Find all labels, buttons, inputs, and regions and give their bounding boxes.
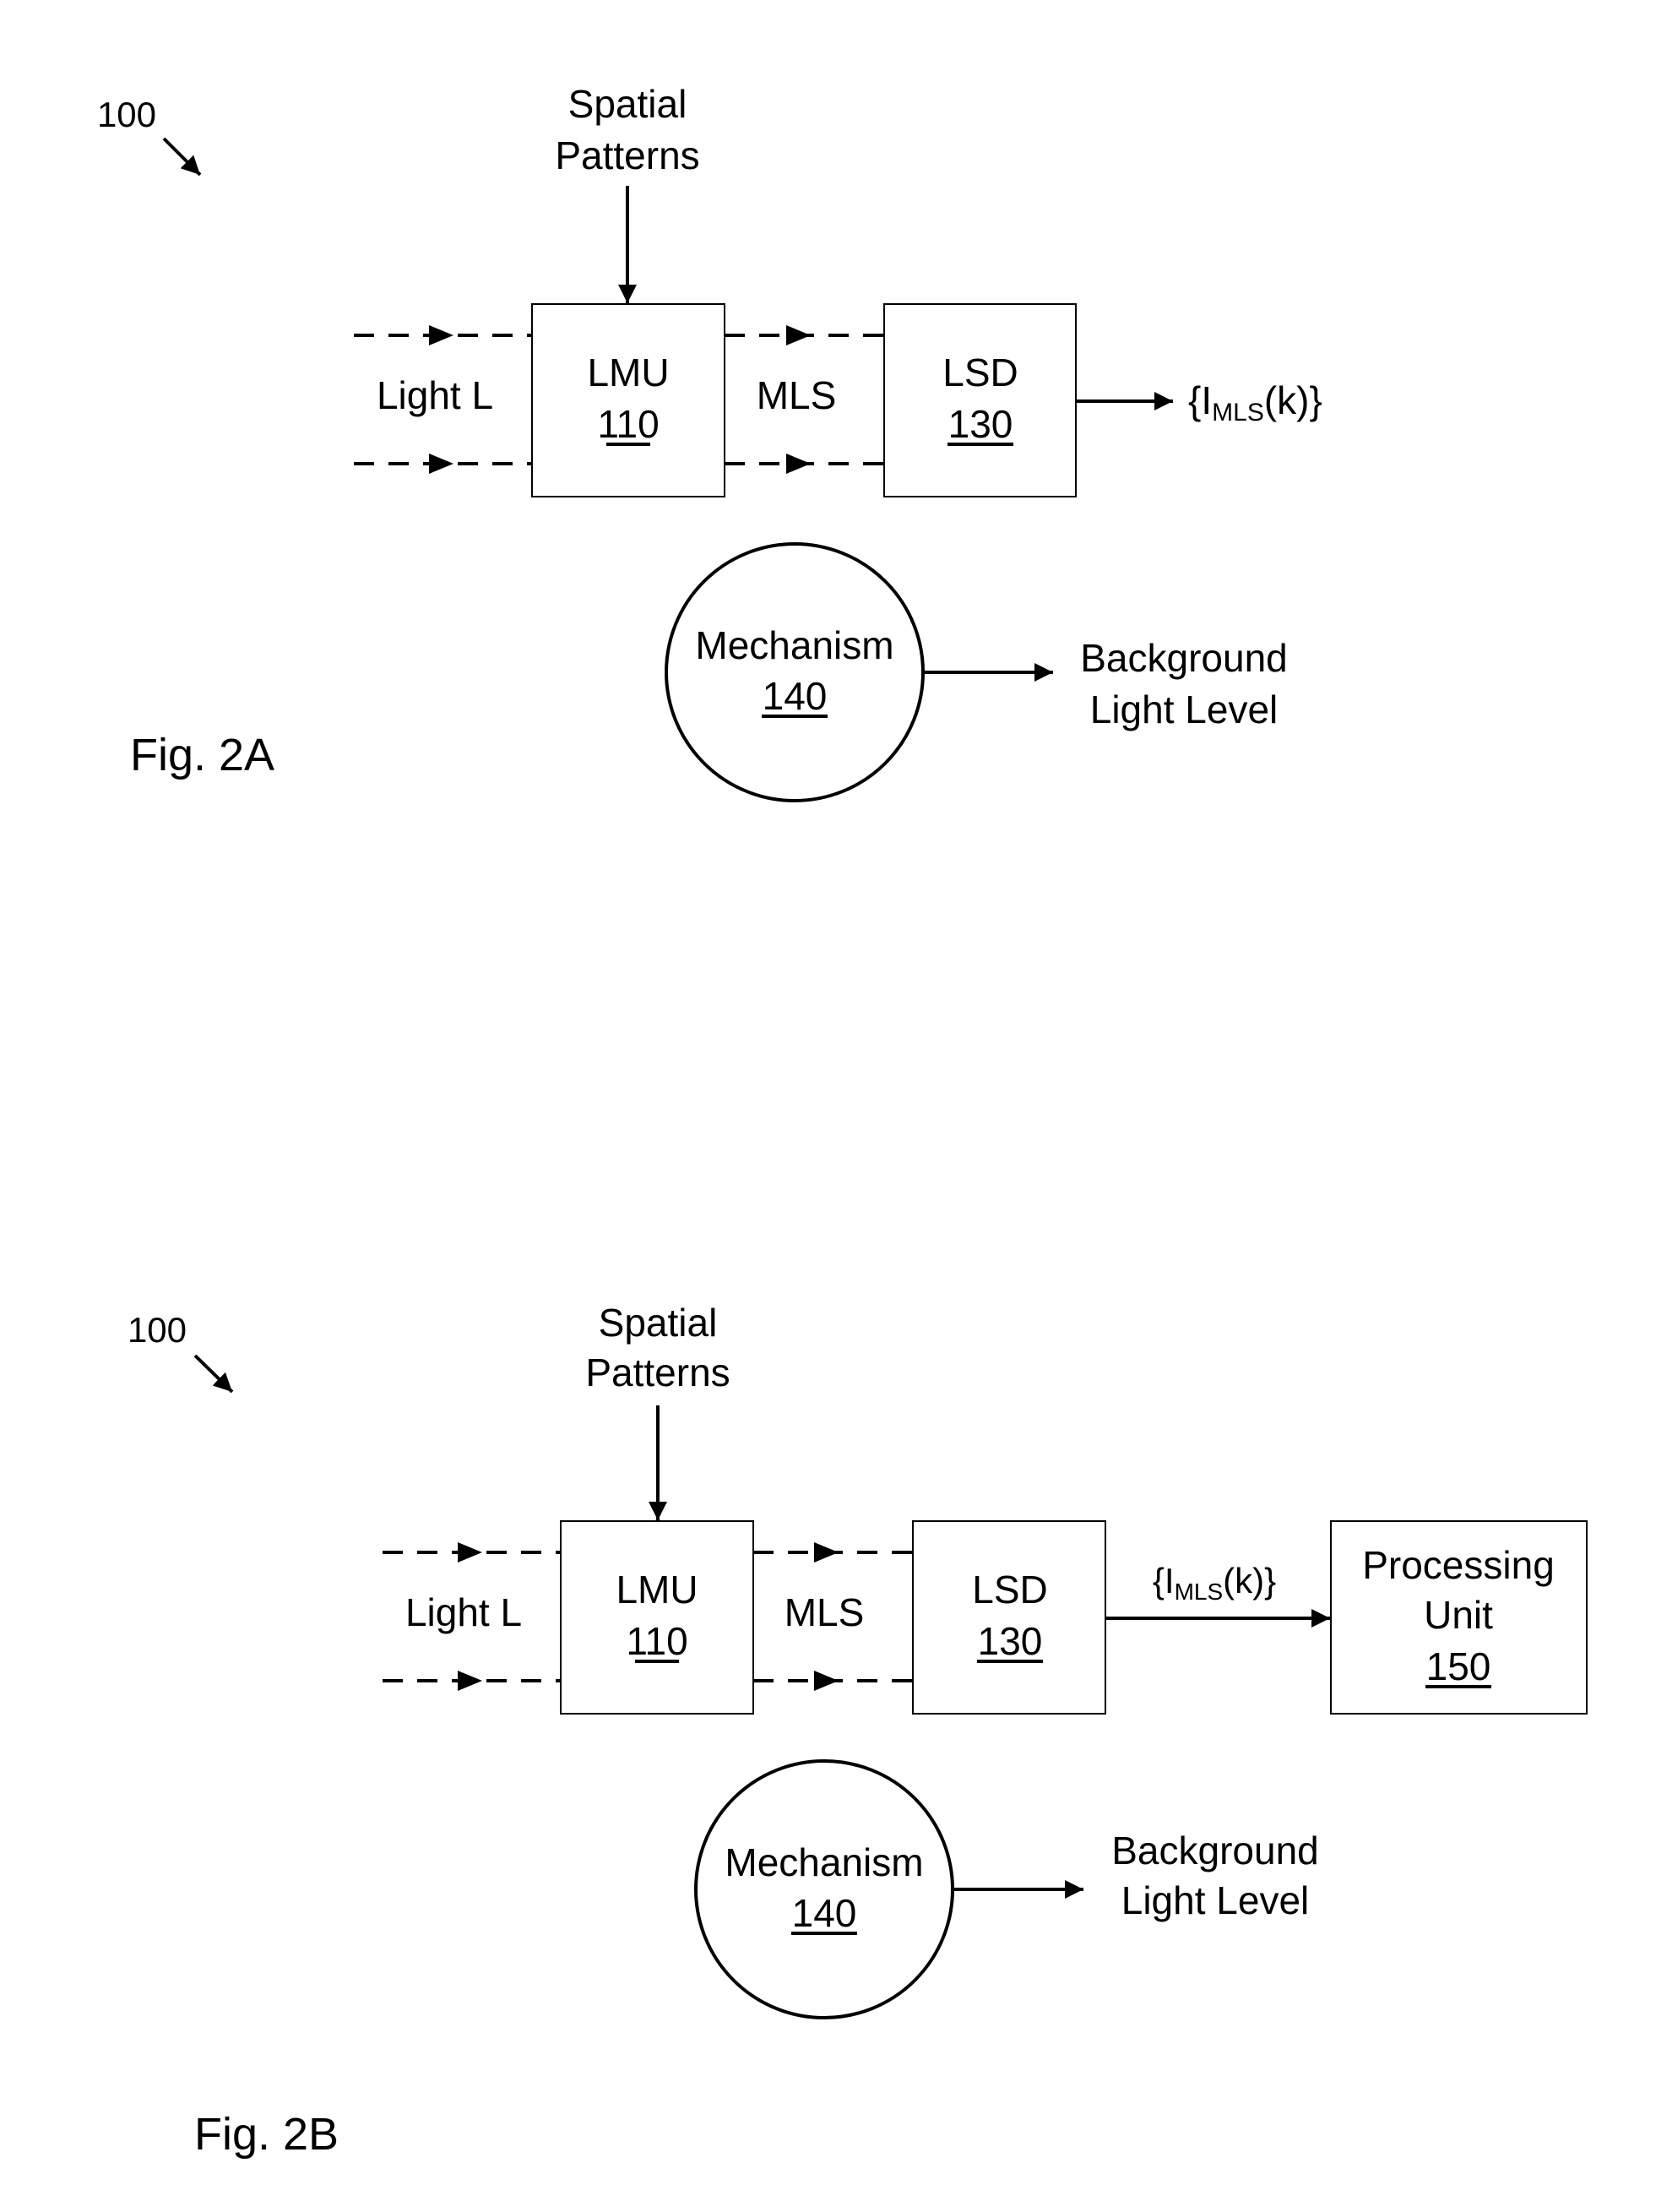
figure-caption: Fig. 2A <box>130 730 274 780</box>
light-input-arrowhead-bottom-icon <box>458 1671 482 1691</box>
processing-unit-name-line2: Unit <box>1424 1593 1493 1637</box>
background-light-level-line2: Light Level <box>1090 688 1279 731</box>
figure-2a: 100 Spatial Patterns Light L LMU 110 MLS… <box>97 82 1322 802</box>
spatial-patterns-label-line1: Spatial <box>599 1301 718 1345</box>
reference-numeral-100: 100 <box>97 95 156 134</box>
mechanism-name: Mechanism <box>695 623 893 667</box>
output-signal-label: {IMLS(k)} <box>1188 378 1322 427</box>
patent-diagram: 100 Spatial Patterns Light L LMU 110 MLS… <box>97 82 1588 2160</box>
reference-numeral-100: 100 <box>128 1310 187 1350</box>
lmu-ref: 110 <box>626 1619 687 1663</box>
mls-arrowhead-bottom-icon <box>786 454 811 474</box>
background-light-level-line1: Background <box>1080 636 1288 680</box>
lmu-name: LMU <box>616 1568 698 1611</box>
lmu-block <box>531 303 725 497</box>
light-input-label: Light L <box>377 373 493 417</box>
mechanism-name: Mechanism <box>725 1840 923 1884</box>
mls-arrowhead-top-icon <box>814 1542 839 1563</box>
lsd-ref: 130 <box>978 1619 1043 1663</box>
mechanism-ref: 140 <box>763 674 828 718</box>
mechanism-ref: 140 <box>792 1891 857 1935</box>
lsd-name: LSD <box>972 1568 1047 1611</box>
lmu-name: LMU <box>587 351 669 394</box>
lsd-ref: 130 <box>948 402 1013 446</box>
mls-label: MLS <box>757 373 837 417</box>
light-input-label: Light L <box>405 1590 522 1634</box>
light-input-arrowhead-bottom-icon <box>429 454 453 474</box>
figure-caption: Fig. 2B <box>194 2109 339 2160</box>
mls-arrowhead-top-icon <box>786 325 811 345</box>
lmu-block <box>560 1520 754 1715</box>
lsd-block <box>883 303 1077 497</box>
background-light-level-line1: Background <box>1111 1829 1319 1872</box>
processing-unit-ref: 150 <box>1426 1644 1491 1688</box>
light-input-arrowhead-top-icon <box>458 1542 482 1563</box>
lsd-block <box>912 1520 1106 1715</box>
light-input-arrowhead-top-icon <box>429 325 453 345</box>
spatial-patterns-label-line2: Patterns <box>585 1351 730 1394</box>
background-light-level-line2: Light Level <box>1121 1878 1310 1922</box>
mechanism-circle <box>665 542 925 802</box>
mechanism-circle <box>694 1759 954 2019</box>
reference-pointer-arrow-icon <box>162 137 202 177</box>
lsd-name: LSD <box>942 351 1018 394</box>
mls-arrowhead-bottom-icon <box>814 1671 839 1691</box>
output-signal-label: {IMLS(k)} <box>1153 1561 1276 1605</box>
processing-unit-name-line1: Processing <box>1362 1543 1555 1587</box>
spatial-patterns-label-line1: Spatial <box>568 82 687 126</box>
spatial-patterns-label-line2: Patterns <box>555 133 699 177</box>
reference-pointer-arrow-icon <box>193 1354 234 1394</box>
figure-2b: 100 Spatial Patterns Light L LMU 110 MLS… <box>128 1301 1588 2160</box>
lmu-ref: 110 <box>597 402 659 446</box>
mls-label: MLS <box>785 1590 865 1634</box>
